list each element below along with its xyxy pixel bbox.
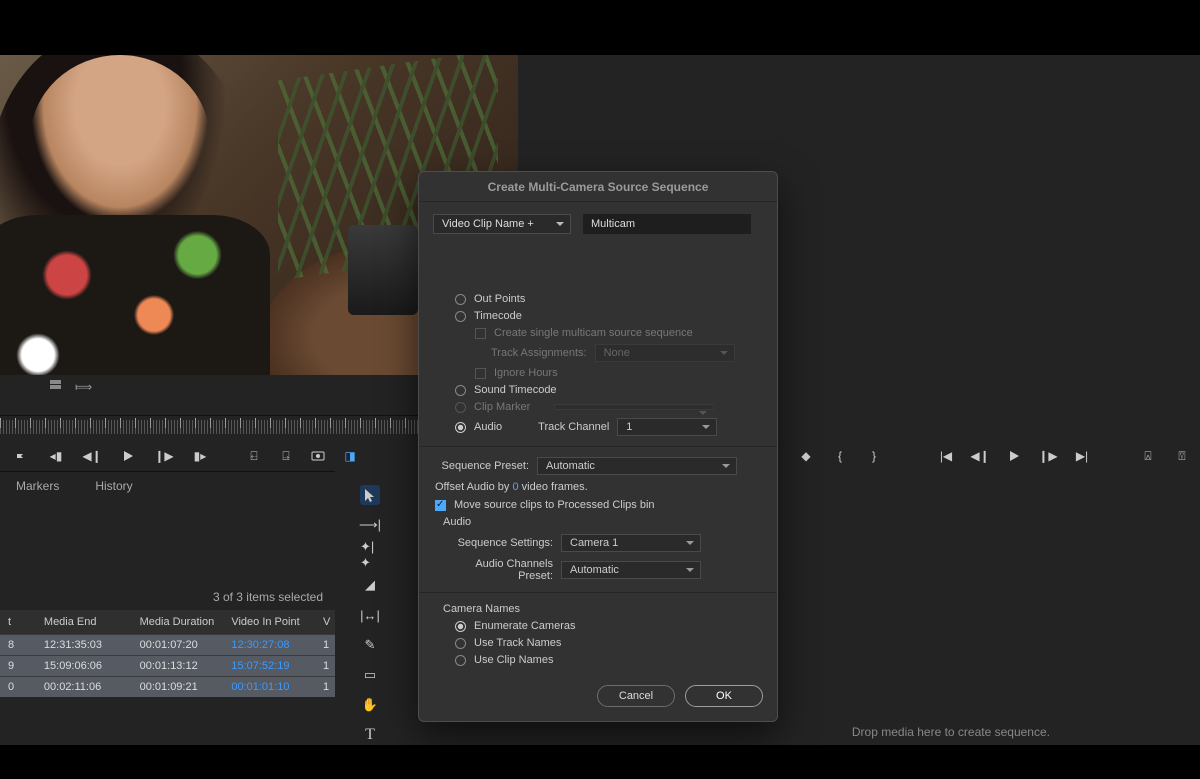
sequence-name-input[interactable] xyxy=(583,214,751,234)
ok-button[interactable]: OK xyxy=(685,685,763,707)
ripple-edit-tool-icon[interactable]: ✦|✦ xyxy=(360,545,380,565)
ignore-hours-checkbox: Ignore Hours xyxy=(475,367,763,379)
col-video-in[interactable]: Video In Point xyxy=(227,616,319,628)
sequence-settings-select[interactable]: Camera 1 xyxy=(561,534,701,552)
drop-media-hint: Drop media here to create sequence. xyxy=(852,725,1050,739)
table-header: t Media End Media Duration Video In Poin… xyxy=(0,610,335,634)
overwrite-icon[interactable]: ⍈ xyxy=(278,448,294,464)
workspace: ⟾ 1/2 🔧 ◂▮ ◀❙ ❙▶ ▮▸ ⍇ ⍈ ◨ ◆ { } |◀ ◀❙ ❙▶ xyxy=(0,55,1200,745)
audio-radio[interactable]: Audio Track Channel 1 xyxy=(455,418,763,436)
col-media-duration[interactable]: Media Duration xyxy=(136,616,228,628)
rectangle-tool-icon[interactable]: ▭ xyxy=(360,665,380,685)
step-forward-right-icon[interactable]: ❙▶ xyxy=(1040,448,1056,464)
use-track-names-radio[interactable]: Use Track Names xyxy=(455,637,763,649)
comparison-view-icon[interactable]: ◨ xyxy=(342,448,358,464)
sequence-preset-label: Sequence Preset: xyxy=(433,460,529,472)
track-assignments-row: Track Assignments: None xyxy=(491,344,763,362)
sequence-settings-label: Sequence Settings: xyxy=(443,537,553,549)
slip-tool-icon[interactable]: |↔| xyxy=(360,605,380,625)
mark-in-icon[interactable] xyxy=(12,448,28,464)
out-points-radio[interactable]: Out Points xyxy=(455,293,763,305)
play-icon[interactable] xyxy=(120,448,136,464)
cancel-button[interactable]: Cancel xyxy=(597,685,675,707)
media-table: t Media End Media Duration Video In Poin… xyxy=(0,610,335,697)
audio-preset-select[interactable]: Automatic xyxy=(561,561,701,579)
mark-in-right-icon[interactable]: { xyxy=(832,448,848,464)
enumerate-cameras-radio[interactable]: Enumerate Cameras xyxy=(455,620,763,632)
sequence-preset-select[interactable]: Automatic xyxy=(537,457,737,475)
selection-info: 3 of 3 items selected xyxy=(0,590,335,604)
tab-markers[interactable]: Markers xyxy=(16,479,59,493)
offset-audio-row: Offset Audio by 0 video frames. xyxy=(435,481,763,493)
track-select-tool-icon[interactable]: ⟶| xyxy=(360,515,380,535)
extract-icon[interactable]: ⍔ xyxy=(1174,448,1190,464)
export-frame-icon[interactable] xyxy=(310,448,326,464)
offset-audio-value[interactable]: 0 xyxy=(512,481,518,493)
multicam-dialog: Create Multi-Camera Source Sequence Vide… xyxy=(418,171,778,722)
col-v[interactable]: V xyxy=(319,616,335,628)
col-type[interactable]: t xyxy=(4,616,40,628)
track-assignments-select: None xyxy=(595,344,735,362)
type-tool-icon[interactable]: T xyxy=(360,725,380,745)
go-to-out-icon[interactable]: ▮▸ xyxy=(192,448,208,464)
sound-timecode-radio[interactable]: Sound Timecode xyxy=(455,384,763,396)
audio-section-label: Audio xyxy=(443,516,763,528)
tab-history[interactable]: History xyxy=(95,479,132,493)
marker-toggle-icon[interactable]: ⟾ xyxy=(75,380,92,394)
dialog-title: Create Multi-Camera Source Sequence xyxy=(419,172,777,202)
pen-tool-icon[interactable]: ✎ xyxy=(360,635,380,655)
insert-icon[interactable]: ⍇ xyxy=(246,448,262,464)
use-clip-names-radio[interactable]: Use Clip Names xyxy=(455,654,763,666)
selection-tool-icon[interactable] xyxy=(360,485,380,505)
camera-names-label: Camera Names xyxy=(443,603,763,615)
move-clips-checkbox[interactable]: Move source clips to Processed Clips bin xyxy=(435,499,763,511)
play-right-icon[interactable] xyxy=(1006,448,1022,464)
go-to-out-right-icon[interactable]: ▶| xyxy=(1074,448,1090,464)
safe-margins-icon[interactable] xyxy=(50,380,61,389)
go-to-in-right-icon[interactable]: |◀ xyxy=(938,448,954,464)
tool-palette: ⟶| ✦|✦ ◢ |↔| ✎ ▭ ✋ T xyxy=(355,483,385,745)
add-marker-icon[interactable]: ◆ xyxy=(798,448,814,464)
clip-marker-select xyxy=(554,404,714,410)
table-row[interactable]: 9 15:09:06:06 00:01:13:12 15:07:52:19 1 xyxy=(0,655,335,676)
audio-preset-label: Audio Channels Preset: xyxy=(443,558,553,582)
go-to-in-icon[interactable]: ◂▮ xyxy=(48,448,64,464)
lift-icon[interactable]: ⍓ xyxy=(1140,448,1156,464)
clip-marker-radio: Clip Marker xyxy=(455,401,763,413)
track-channel-select[interactable]: 1 xyxy=(617,418,717,436)
table-row[interactable]: 0 00:02:11:06 00:01:09:21 00:01:01:10 1 xyxy=(0,676,335,697)
create-single-checkbox: Create single multicam source sequence xyxy=(475,327,763,339)
col-media-end[interactable]: Media End xyxy=(40,616,136,628)
step-forward-icon[interactable]: ❙▶ xyxy=(156,448,172,464)
name-basis-dropdown[interactable]: Video Clip Name + xyxy=(433,214,571,234)
program-transport: ◆ { } |◀ ◀❙ ❙▶ ▶| ⍓ ⍔ xyxy=(798,441,1190,471)
project-panel-tabs: Markers History xyxy=(0,471,335,499)
table-row[interactable]: 8 12:31:35:03 00:01:07:20 12:30:27:08 1 xyxy=(0,634,335,655)
step-back-right-icon[interactable]: ◀❙ xyxy=(972,448,988,464)
razor-tool-icon[interactable]: ◢ xyxy=(360,575,380,595)
hand-tool-icon[interactable]: ✋ xyxy=(360,695,380,715)
mark-out-right-icon[interactable]: } xyxy=(866,448,882,464)
step-back-icon[interactable]: ◀❙ xyxy=(84,448,100,464)
timecode-radio[interactable]: Timecode xyxy=(455,310,763,322)
